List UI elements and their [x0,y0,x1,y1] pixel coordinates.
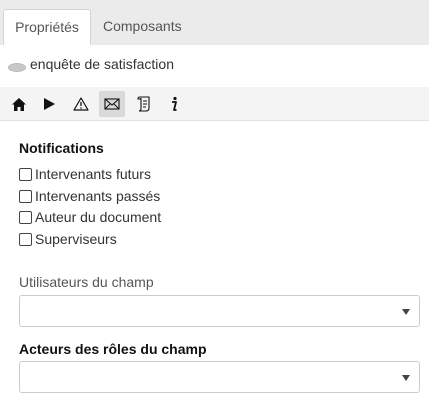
notifications-button[interactable] [99,91,125,117]
status-dot-icon [8,63,26,72]
checkbox-label: Superviseurs [35,231,117,247]
checkbox[interactable] [19,232,32,246]
checkbox-label: Intervenants passés [35,188,161,204]
tab-bar: Propriétés Composants [0,0,429,45]
checkbox[interactable] [19,210,32,224]
checkbox-intervenants-passes[interactable]: Intervenants passés [19,186,160,206]
home-button[interactable] [6,91,32,117]
utilisateurs-du-champ-label: Utilisateurs du champ [19,274,154,290]
checkbox-auteur-du-document[interactable]: Auteur du document [19,207,161,227]
checkbox[interactable] [19,189,32,203]
acteurs-des-roles-select[interactable] [19,361,420,393]
acteurs-des-roles-label: Acteurs des rôles du champ [19,341,207,357]
envelope-icon [104,98,120,110]
document-title: enquête de satisfaction [30,56,174,72]
checkbox-intervenants-futurs[interactable]: Intervenants futurs [19,164,151,184]
checkbox-superviseurs[interactable]: Superviseurs [19,229,117,249]
checkbox[interactable] [19,167,32,181]
play-icon [44,98,55,110]
toolbar [0,87,429,121]
document-header: enquête de satisfaction [0,45,429,87]
tab-composants[interactable]: Composants [91,9,194,45]
script-button[interactable] [131,91,157,117]
notifications-heading: Notifications [19,140,104,156]
info-icon [172,96,177,111]
info-button[interactable] [161,91,187,117]
checkbox-label: Auteur du document [35,209,162,225]
warning-icon [73,97,89,111]
tab-proprietes[interactable]: Propriétés [3,9,91,45]
utilisateurs-du-champ-select[interactable] [19,295,420,327]
home-icon [12,97,26,111]
chevron-down-icon [402,375,410,381]
chevron-down-icon [402,309,410,315]
warnings-button[interactable] [68,91,94,117]
checkbox-label: Intervenants futurs [35,166,151,182]
script-icon [137,96,150,112]
run-button[interactable] [36,91,62,117]
